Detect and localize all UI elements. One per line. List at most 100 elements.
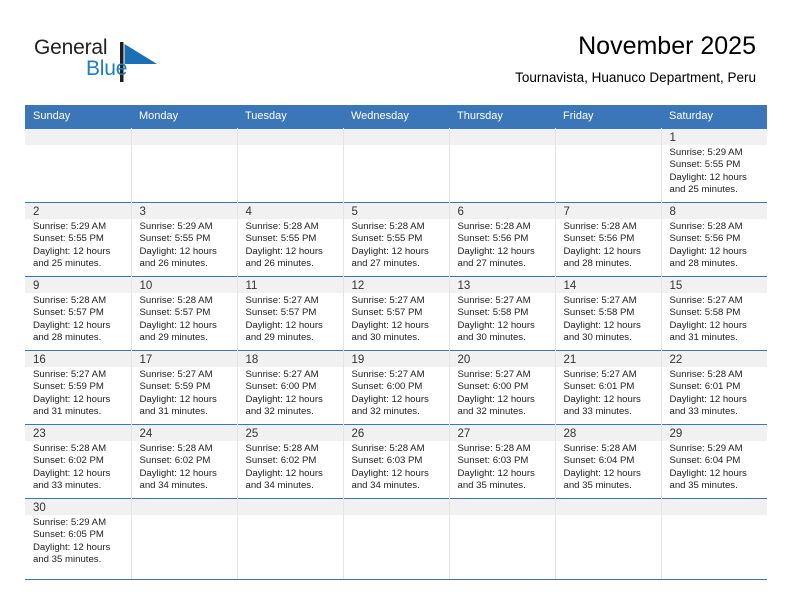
calendar-day-cell[interactable]: 17 Sunrise: 5:27 AM Sunset: 5:59 PM Dayligh… xyxy=(131,350,238,425)
daylight-duration-line2: and 26 minutes. xyxy=(245,257,314,269)
daylight-duration-line1: Daylight: 12 hours xyxy=(245,319,323,331)
calendar-day-cell[interactable]: 25 Sunrise: 5:28 AM Sunset: 6:02 PM Dayligh… xyxy=(237,424,344,499)
daylight-duration-line1: Daylight: 12 hours xyxy=(351,467,429,479)
calendar-bottom-rule xyxy=(25,579,767,580)
calendar-day-cell[interactable]: 22 Sunrise: 5:28 AM Sunset: 6:01 PM Dayligh… xyxy=(661,350,767,425)
sunrise-time: Sunrise: 5:27 AM xyxy=(669,295,743,306)
calendar-day-cell[interactable]: 27 Sunrise: 5:28 AM Sunset: 6:03 PM Dayligh… xyxy=(449,424,556,499)
calendar-day-cell[interactable]: 8 Sunrise: 5:28 AM Sunset: 5:56 PM Daylight… xyxy=(661,202,767,277)
calendar-day-cell[interactable]: 29 Sunrise: 5:29 AM Sunset: 6:04 PM Dayligh… xyxy=(661,424,767,499)
day-number: 12 xyxy=(343,277,449,293)
calendar-day-cell[interactable]: 12 Sunrise: 5:27 AM Sunset: 5:57 PM Dayligh… xyxy=(343,276,450,351)
daylight-duration-line2: and 33 minutes. xyxy=(33,479,102,491)
day-number xyxy=(555,499,661,515)
day-number: 15 xyxy=(661,277,767,293)
calendar-day-cell[interactable]: 13 Sunrise: 5:27 AM Sunset: 5:58 PM Dayligh… xyxy=(449,276,556,351)
daylight-duration-line2: and 28 minutes. xyxy=(33,331,102,343)
calendar-day-cell[interactable]: 18 Sunrise: 5:27 AM Sunset: 6:00 PM Dayligh… xyxy=(237,350,344,425)
sunset-time: Sunset: 6:02 PM xyxy=(139,455,211,467)
calendar-day-cell[interactable]: 24 Sunrise: 5:28 AM Sunset: 6:02 PM Dayligh… xyxy=(131,424,238,499)
day-number: 14 xyxy=(555,277,661,293)
calendar-cell-empty xyxy=(555,498,662,579)
daylight-duration-line1: Daylight: 12 hours xyxy=(563,393,641,405)
daylight-duration-line2: and 31 minutes. xyxy=(33,405,102,417)
logo-text-blue: Blue xyxy=(86,57,128,80)
sunrise-time: Sunrise: 5:29 AM xyxy=(669,443,743,454)
calendar-day-cell[interactable]: 4 Sunrise: 5:28 AM Sunset: 5:55 PM Daylight… xyxy=(237,202,344,277)
general-blue-logo[interactable]: General Blue xyxy=(34,36,224,88)
daylight-duration-line2: and 34 minutes. xyxy=(245,479,314,491)
sunrise-time: Sunrise: 5:28 AM xyxy=(245,443,319,454)
daylight-duration-line1: Daylight: 12 hours xyxy=(563,319,641,331)
page-header: General Blue November 2025 Tournavista, … xyxy=(0,0,792,100)
calendar-day-cell[interactable]: 5 Sunrise: 5:28 AM Sunset: 5:55 PM Daylight… xyxy=(343,202,450,277)
daylight-duration-line2: and 30 minutes. xyxy=(563,331,632,343)
calendar-day-cell[interactable]: 1 Sunrise: 5:29 AM Sunset: 5:55 PM Daylight… xyxy=(661,128,767,203)
daylight-duration-line1: Daylight: 12 hours xyxy=(457,245,535,257)
daylight-duration-line2: and 35 minutes. xyxy=(669,479,738,491)
sunrise-time: Sunrise: 5:28 AM xyxy=(351,443,425,454)
calendar-day-cell[interactable]: 2 Sunrise: 5:29 AM Sunset: 5:55 PM Daylight… xyxy=(25,202,132,277)
calendar-day-cell[interactable]: 20 Sunrise: 5:27 AM Sunset: 6:00 PM Dayligh… xyxy=(449,350,556,425)
calendar-day-cell[interactable]: 7 Sunrise: 5:28 AM Sunset: 5:56 PM Daylight… xyxy=(555,202,662,277)
daylight-duration-line2: and 25 minutes. xyxy=(669,183,738,195)
sunset-time: Sunset: 5:55 PM xyxy=(351,233,423,245)
day-number: 28 xyxy=(555,425,661,441)
sunset-time: Sunset: 5:59 PM xyxy=(139,381,211,393)
calendar-day-cell[interactable]: 14 Sunrise: 5:27 AM Sunset: 5:58 PM Dayligh… xyxy=(555,276,662,351)
daylight-duration-line2: and 28 minutes. xyxy=(563,257,632,269)
daylight-duration-line2: and 30 minutes. xyxy=(457,331,526,343)
day-details: Sunrise: 5:27 AM Sunset: 5:58 PM Daylight:… xyxy=(450,293,555,344)
calendar-day-cell[interactable]: 21 Sunrise: 5:27 AM Sunset: 6:01 PM Dayligh… xyxy=(555,350,662,425)
weekday-header-tuesday: Tuesday xyxy=(237,105,343,129)
day-details: Sunrise: 5:27 AM Sunset: 5:58 PM Daylight:… xyxy=(556,293,661,344)
daylight-duration-line2: and 27 minutes. xyxy=(351,257,420,269)
day-number: 26 xyxy=(343,425,449,441)
day-number: 30 xyxy=(25,499,131,515)
calendar-day-cell[interactable]: 19 Sunrise: 5:27 AM Sunset: 6:00 PM Dayligh… xyxy=(343,350,450,425)
day-details: Sunrise: 5:27 AM Sunset: 5:59 PM Daylight:… xyxy=(25,367,131,418)
daylight-duration-line1: Daylight: 12 hours xyxy=(33,467,111,479)
calendar-day-cell[interactable]: 23 Sunrise: 5:28 AM Sunset: 6:02 PM Dayligh… xyxy=(25,424,132,499)
day-number xyxy=(237,129,343,145)
day-details: Sunrise: 5:28 AM Sunset: 5:57 PM Daylight:… xyxy=(25,293,131,344)
weekday-header-friday: Friday xyxy=(555,105,661,129)
day-number: 2 xyxy=(25,203,131,219)
calendar-day-cell[interactable]: 26 Sunrise: 5:28 AM Sunset: 6:03 PM Dayligh… xyxy=(343,424,450,499)
calendar-week-row: 1 Sunrise: 5:29 AM Sunset: 5:55 PM Daylight… xyxy=(25,128,767,203)
sunrise-time: Sunrise: 5:28 AM xyxy=(457,443,531,454)
sunset-time: Sunset: 6:05 PM xyxy=(33,529,104,541)
daylight-duration-line1: Daylight: 12 hours xyxy=(33,393,111,405)
calendar-cell-empty xyxy=(343,128,450,203)
day-details: Sunrise: 5:28 AM Sunset: 6:02 PM Daylight:… xyxy=(25,441,131,492)
sunrise-time: Sunrise: 5:29 AM xyxy=(33,221,107,232)
sunrise-time: Sunrise: 5:28 AM xyxy=(33,443,107,454)
sunset-time: Sunset: 5:57 PM xyxy=(245,307,317,319)
calendar-day-cell[interactable]: 3 Sunrise: 5:29 AM Sunset: 5:55 PM Daylight… xyxy=(131,202,238,277)
daylight-duration-line2: and 34 minutes. xyxy=(139,479,208,491)
calendar-day-cell[interactable]: 15 Sunrise: 5:27 AM Sunset: 5:58 PM Dayligh… xyxy=(661,276,767,351)
weekday-header-sunday: Sunday xyxy=(25,105,131,129)
calendar-day-cell[interactable]: 11 Sunrise: 5:27 AM Sunset: 5:57 PM Dayligh… xyxy=(237,276,344,351)
daylight-duration-line1: Daylight: 12 hours xyxy=(669,467,747,479)
daylight-duration-line2: and 26 minutes. xyxy=(139,257,208,269)
page-title: November 2025 xyxy=(578,32,756,60)
calendar-day-cell[interactable]: 6 Sunrise: 5:28 AM Sunset: 5:56 PM Daylight… xyxy=(449,202,556,277)
calendar-cell-empty xyxy=(237,128,344,203)
day-details: Sunrise: 5:28 AM Sunset: 6:03 PM Daylight:… xyxy=(344,441,449,492)
calendar-day-cell[interactable]: 28 Sunrise: 5:28 AM Sunset: 6:04 PM Dayligh… xyxy=(555,424,662,499)
daylight-duration-line2: and 31 minutes. xyxy=(139,405,208,417)
calendar-day-cell[interactable]: 30 Sunrise: 5:29 AM Sunset: 6:05 PM Dayligh… xyxy=(25,498,132,579)
sunrise-time: Sunrise: 5:29 AM xyxy=(139,221,213,232)
sunset-time: Sunset: 5:56 PM xyxy=(563,233,635,245)
day-number: 8 xyxy=(661,203,767,219)
calendar-day-cell[interactable]: 16 Sunrise: 5:27 AM Sunset: 5:59 PM Dayligh… xyxy=(25,350,132,425)
day-number: 3 xyxy=(131,203,237,219)
calendar-day-cell[interactable]: 10 Sunrise: 5:28 AM Sunset: 5:57 PM Dayligh… xyxy=(131,276,238,351)
sunrise-time: Sunrise: 5:27 AM xyxy=(457,295,531,306)
daylight-duration-line2: and 35 minutes. xyxy=(457,479,526,491)
daylight-duration-line1: Daylight: 12 hours xyxy=(245,393,323,405)
day-details: Sunrise: 5:28 AM Sunset: 5:55 PM Daylight:… xyxy=(344,219,449,270)
calendar-day-cell[interactable]: 9 Sunrise: 5:28 AM Sunset: 5:57 PM Daylight… xyxy=(25,276,132,351)
sunset-time: Sunset: 6:04 PM xyxy=(563,455,635,467)
